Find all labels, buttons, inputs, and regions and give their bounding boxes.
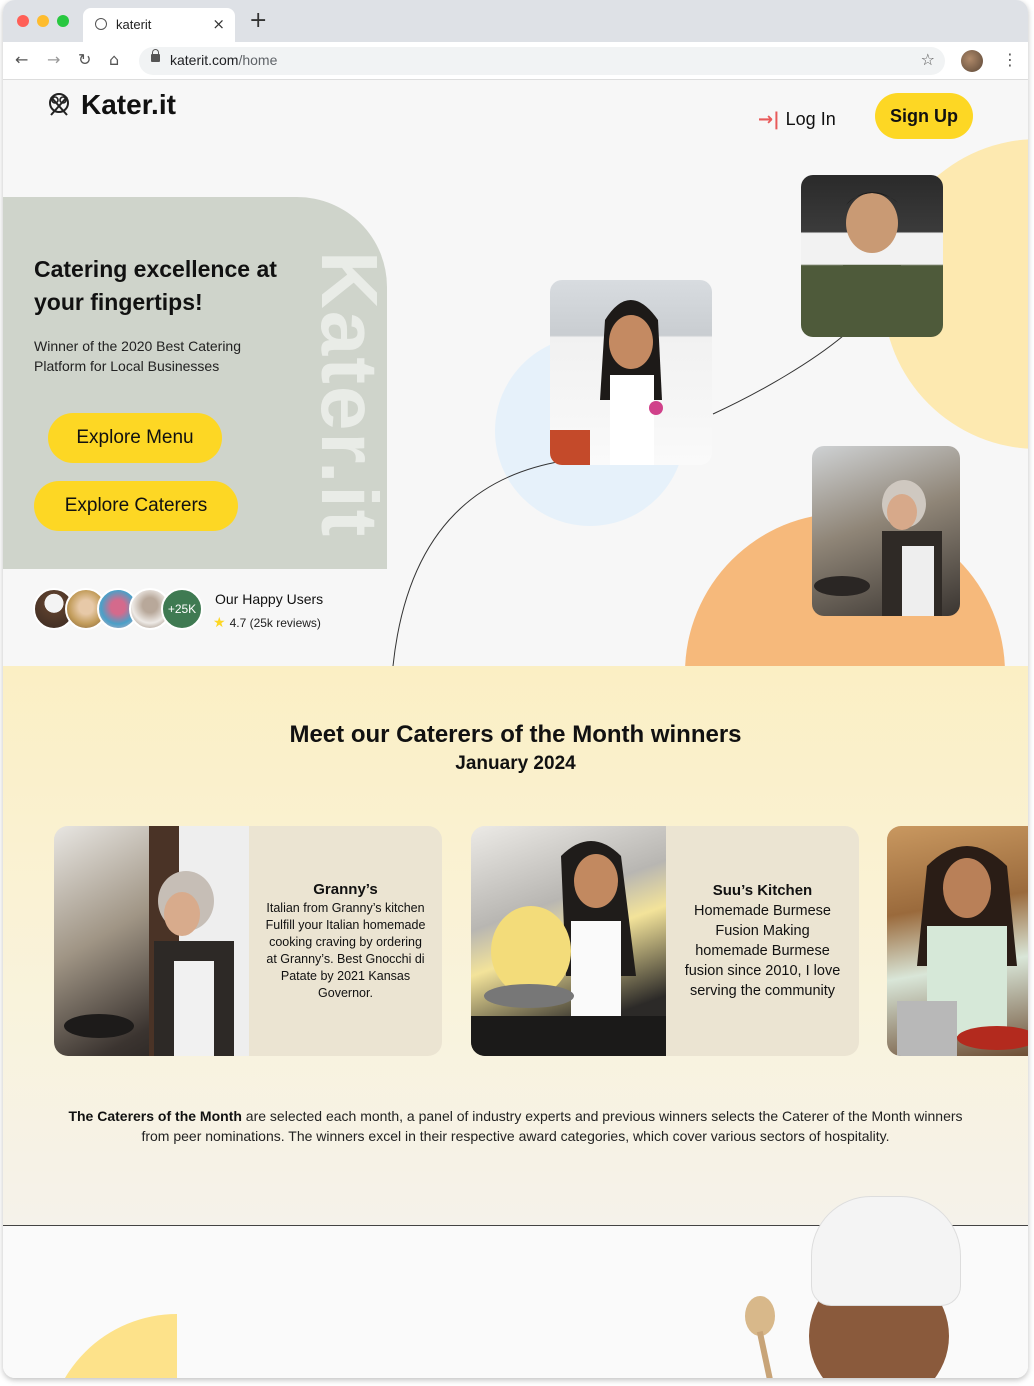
spoon-illustration <box>745 1296 775 1336</box>
caterer-photo <box>887 826 1028 1056</box>
caterers-month: January 2024 <box>455 753 576 774</box>
explore-caterers-button[interactable]: Explore Caterers <box>34 481 238 531</box>
tab-title: katerit <box>116 17 152 32</box>
site-logo[interactable]: Kater.it <box>45 89 176 121</box>
login-label: Log In <box>785 109 836 129</box>
caterer-description: Italian from Granny’s kitchen Fulfill yo… <box>265 900 426 1000</box>
tab-close-icon[interactable]: × <box>212 15 225 33</box>
spoon-handle <box>756 1331 776 1378</box>
page-content: Kater.it →| Log In Sign Up Kater.it Cate… <box>3 81 1028 1378</box>
bottom-section <box>3 1196 1028 1378</box>
caterer-name: Suu’s Kitchen <box>712 881 813 899</box>
chef-photo <box>801 175 943 337</box>
decor-yellow-quarter <box>47 1314 177 1378</box>
maximize-window-button[interactable] <box>57 15 69 27</box>
login-icon: →| <box>758 109 780 130</box>
caterer-info: Suu’s Kitchen Homemade Burmese Fusion Ma… <box>666 826 859 1056</box>
rating-text: 4.7 (25k reviews) <box>229 615 321 630</box>
caterer-card-suus-kitchen[interactable]: Suu’s Kitchen Homemade Burmese Fusion Ma… <box>471 826 859 1056</box>
address-bar: ← → ↻ ⌂ katerit.com/home ☆ ⋮ <box>3 42 1028 80</box>
url-text: katerit.com/home <box>170 52 278 68</box>
caterers-title: Meet our Caterers of the Month winners <box>289 721 742 748</box>
granny-photo <box>812 446 960 616</box>
logo-text: Kater.it <box>81 89 176 120</box>
reload-icon[interactable]: ↻ <box>78 51 91 69</box>
minimize-window-button[interactable] <box>37 15 49 27</box>
users-title: Our Happy Users <box>215 591 324 607</box>
explore-menu-button[interactable]: Explore Menu <box>48 413 222 463</box>
rating-star-icon: ★ <box>213 614 226 630</box>
lock-icon <box>151 49 160 62</box>
caterers-section: Meet our Caterers of the Month winners J… <box>3 666 1028 1226</box>
browser-tab[interactable]: katerit × <box>83 8 235 42</box>
new-tab-button[interactable]: + <box>249 10 267 32</box>
browser-window: katerit × + ← → ↻ ⌂ katerit.com/home ☆ ⋮ <box>3 0 1028 1378</box>
chef-logo-icon <box>49 93 69 116</box>
close-window-button[interactable] <box>17 15 29 27</box>
login-link[interactable]: →| Log In <box>758 109 836 130</box>
chef-hat <box>811 1196 961 1306</box>
caterer-card-third[interactable] <box>887 826 1028 1056</box>
signup-button[interactable]: Sign Up <box>875 93 973 139</box>
url-input[interactable]: katerit.com/home ☆ <box>139 47 945 75</box>
caterer-photo <box>54 826 249 1056</box>
caterer-photo <box>471 826 666 1056</box>
home-icon[interactable]: ⌂ <box>109 51 119 69</box>
tab-bar: katerit × + <box>3 0 1028 42</box>
hero-subtitle: Winner of the 2020 Best Catering Platfor… <box>34 338 242 374</box>
caterer-info: Granny’s Italian from Granny’s kitchen F… <box>249 826 442 1056</box>
forward-icon[interactable]: → <box>47 51 60 69</box>
suu-photo <box>550 280 712 465</box>
hero-title: Catering excellence at your fingertips! <box>34 256 277 315</box>
caterer-name: Granny’s <box>313 880 378 898</box>
users-rating: ★ 4.7 (25k reviews) <box>213 614 321 631</box>
back-icon[interactable]: ← <box>15 51 28 69</box>
profile-avatar[interactable] <box>961 50 983 72</box>
bookmark-star-icon[interactable]: ☆ <box>921 50 935 69</box>
caterer-card-grannys[interactable]: Granny’s Italian from Granny’s kitchen F… <box>54 826 442 1056</box>
menu-kebab-icon[interactable]: ⋮ <box>1002 50 1018 69</box>
caterer-description: Homemade Burmese Fusion Making homemade … <box>684 902 841 999</box>
users-count-badge: +25K <box>161 588 203 630</box>
caterers-note: The Caterers of the Month are selected e… <box>68 1108 963 1144</box>
favicon-icon <box>95 18 107 30</box>
